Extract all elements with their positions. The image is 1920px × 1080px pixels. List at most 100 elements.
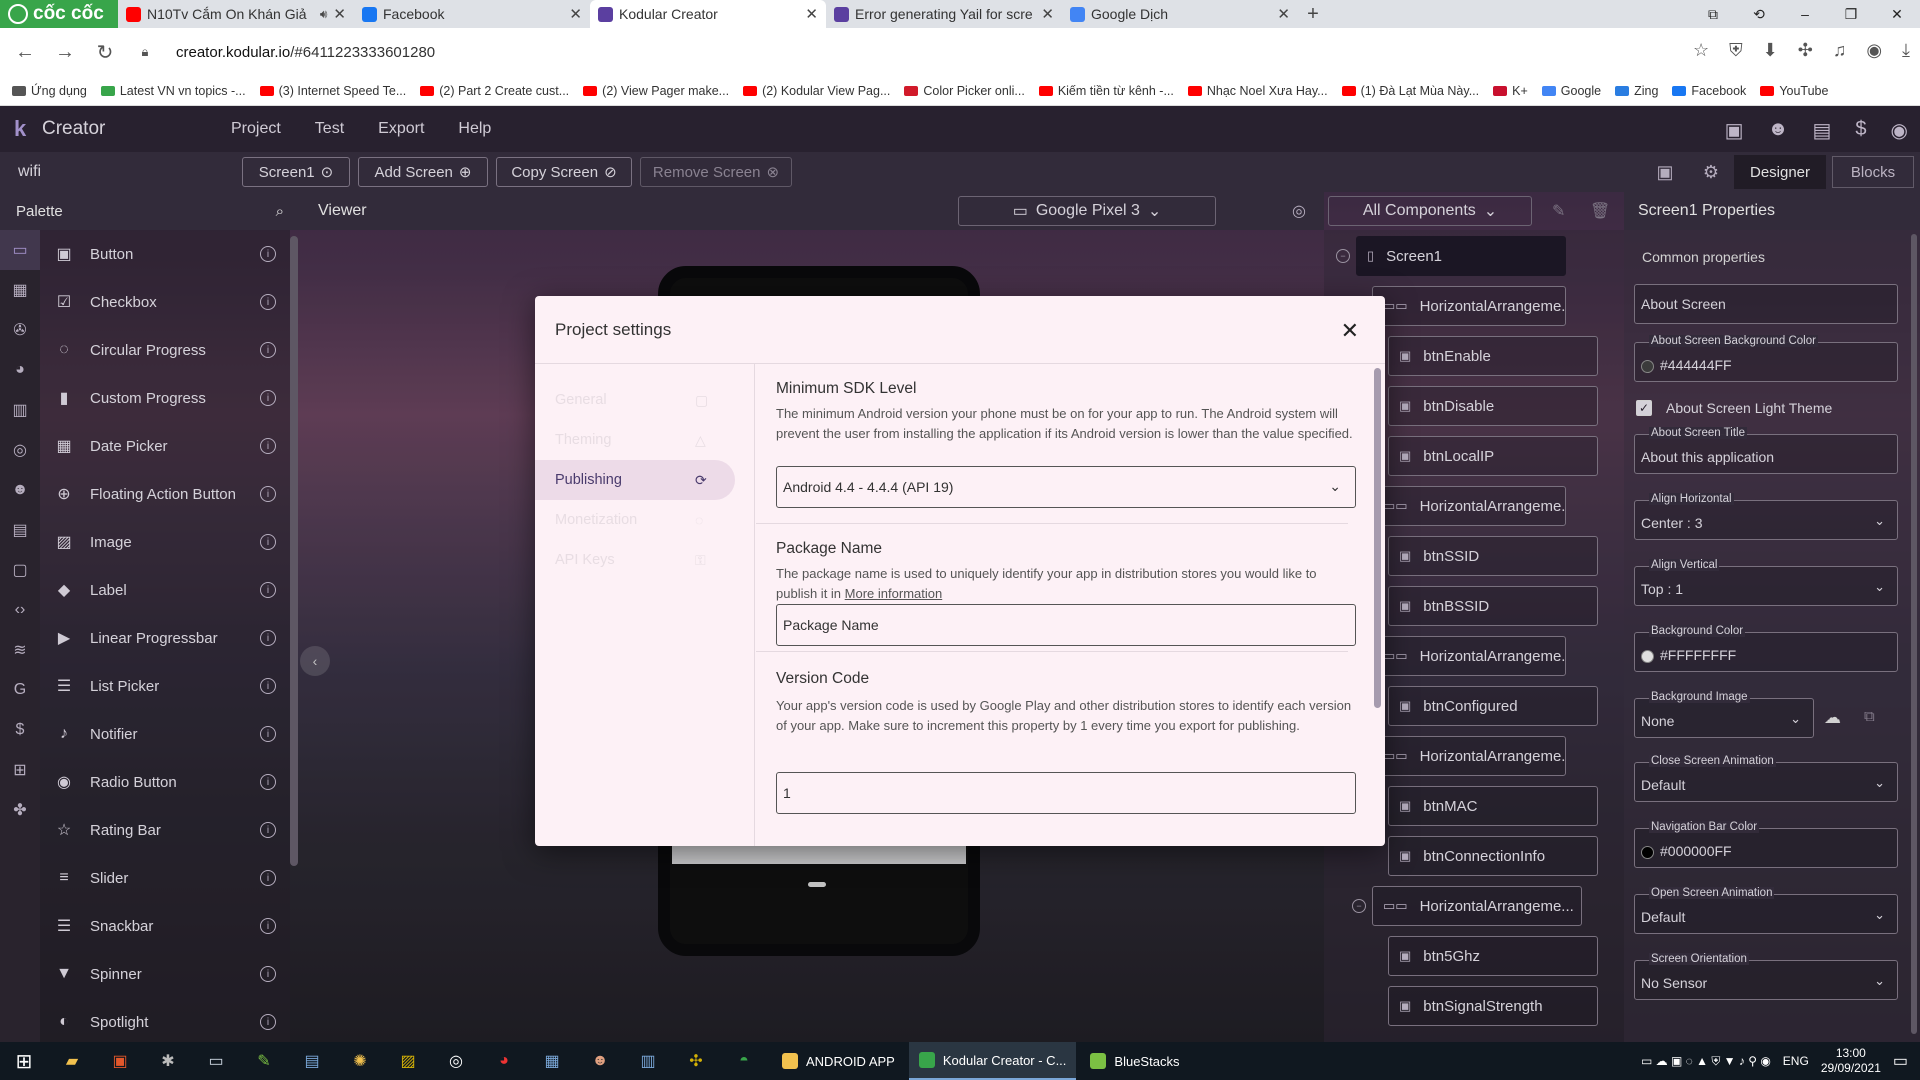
version-code-input[interactable]: 1 [776,772,1356,814]
bookmark-item[interactable]: (1) Đà Lạt Mùa Này... [1341,84,1479,98]
file-explorer-icon[interactable]: ▰ [53,1048,91,1074]
language-indicator[interactable]: ENG [1783,1054,1809,1068]
notifications-icon[interactable]: ▭ [1893,1051,1908,1071]
paint-app-icon[interactable]: ◕ [485,1048,523,1074]
bookmark-item[interactable]: YouTube [1760,84,1828,98]
url-field[interactable]: creator.kodular.io/#6411223333601280 [176,44,435,61]
downloads-icon[interactable]: ⤓ [1902,40,1910,61]
bookmark-item[interactable]: (2) Part 2 Create cust... [420,84,569,98]
bookmark-star-icon[interactable]: ☆ [1693,40,1709,61]
tab-favicon-icon [1070,6,1085,22]
bookmark-item[interactable]: (3) Internet Speed Te... [259,84,406,98]
settings-nav-theming[interactable]: Theming △ [535,420,735,460]
windows-start-icon[interactable]: ⊞ [0,1049,48,1074]
settings-nav-monetization[interactable]: Monetization ◌ [535,500,735,540]
taskbar-app[interactable]: BlueStacks [1080,1042,1189,1080]
back-icon[interactable]: ← [14,41,36,64]
browser-tab[interactable]: Google Dịch ✕ [1062,0,1298,28]
taskbar-app-label: Kodular Creator - C... [942,1052,1067,1068]
close-window-button[interactable]: ✕ [1874,0,1920,28]
browser-tab[interactable]: Error generating Yail for scre ✕ [826,0,1062,28]
more-information-link[interactable]: More information [845,586,943,601]
back-history-icon[interactable]: ⟲ [1736,0,1782,28]
network-app-icon[interactable]: ▥ [629,1048,667,1074]
camera-app-icon[interactable]: ◎ [437,1048,475,1074]
taskbar-app[interactable]: ANDROID APP [772,1042,905,1080]
tab-close-icon[interactable]: ✕ [1041,5,1054,23]
avatar-app-icon[interactable]: ☻ [581,1048,619,1074]
bookmark-item[interactable]: (2) Kodular View Pag... [743,84,890,98]
bookmark-favicon-icon [1672,85,1687,96]
pencil-app-icon[interactable]: ✎ [245,1048,283,1074]
calculator-icon[interactable]: ▦ [533,1048,571,1074]
extensions-icon[interactable]: ✣ [1798,40,1813,61]
taskbar-apps: ANDROID APP Kodular Creator - C... BlueSta… [768,1042,1189,1080]
speaker-icon[interactable]: 🔊︎ [320,7,328,22]
forward-icon[interactable]: → [54,41,76,64]
settings-nav-general[interactable]: General ▢ [535,380,735,420]
tab-close-icon[interactable]: ✕ [1277,5,1290,23]
ruler-app-icon[interactable]: ▨ [389,1048,427,1074]
download-icon[interactable]: ⬇ [1763,40,1778,61]
kodular-app: k Creator Project Test Export Help ▣ ☻ ▤ $ … [0,106,1920,1042]
tray-icons[interactable]: ▭ ☁ ▣ ◌ ▲ ⛨ ▼ ♪ ⚲ ◉ [1641,1054,1771,1069]
maximize-button[interactable]: ❐ [1828,0,1874,28]
settings-nav: General ▢ Theming △ Publishing ⟳ Monetization ◌… [535,364,755,846]
tab-close-icon[interactable]: ✕ [805,5,818,23]
tab-search-icon[interactable]: ⧉ [1690,0,1736,28]
lock-icon[interactable]: 🔒︎ [134,44,156,60]
min-sdk-select[interactable]: Android 4.4 - 4.4.4 (API 19) ⌄ [776,466,1356,508]
settings-nav-publishing[interactable]: Publishing ⟳ [535,460,735,500]
reload-icon[interactable]: ↻ [94,40,116,65]
tab-strip: N10Tv Cắm On Khán Giả 🔊︎ ✕ Facebook ✕ Kodular… [118,0,1298,28]
bookmark-item[interactable]: Google [1541,84,1601,98]
bookmark-item[interactable]: Kiếm tiền từ kênh -... [1038,83,1174,98]
bookmark-item[interactable]: Nhạc Noel Xưa Hay... [1187,84,1328,98]
bookmark-favicon-icon [259,85,274,96]
media-icon[interactable]: ♫ [1833,40,1847,61]
windows-taskbar: ⊞ ▰ ▣ ✱ ▭ ✎ ▤ ✺ ▨ ◎ ◕ ▦ ☻ ▥ ✣ ◓ ANDROID … [0,1042,1920,1080]
dialog-scrollbar[interactable] [1374,368,1381,708]
browser-tab[interactable]: N10Tv Cắm On Khán Giả 🔊︎ ✕ [118,0,354,28]
bookmark-item[interactable]: Color Picker onli... [904,84,1025,98]
settings-nav-api-keys[interactable]: API Keys ⚿ [535,540,735,580]
bookmark-label: K+ [1512,83,1528,98]
browser-tab[interactable]: Kodular Creator ✕ [590,0,826,28]
settings-nav-icon: ▢ [695,391,709,408]
profile-icon[interactable]: ◉ [1866,40,1882,61]
android-app-icon[interactable]: ◓ [725,1048,763,1074]
bookmark-item[interactable]: K+ [1493,84,1528,98]
address-bar: ← → ↻ 🔒︎ creator.kodular.io/#64112233336… [0,28,1920,76]
project-settings-dialog: Project settings ✕ General ▢ Theming △ Publi… [535,296,1385,846]
sun-app-icon[interactable]: ✺ [341,1048,379,1074]
bookmark-item[interactable]: Facebook [1672,84,1746,98]
taskbar-app[interactable]: Kodular Creator - C... [908,1042,1077,1080]
settings-nav-icon: ◌ [695,512,704,528]
tab-favicon-icon [362,6,377,22]
bookmark-item[interactable]: Ứng dụng [12,84,87,98]
coccoc-logo[interactable]: cốc cốc [0,0,118,28]
tab-close-icon[interactable]: ✕ [569,5,582,23]
bookmark-label: Kiếm tiền từ kênh -... [1057,83,1174,98]
settings-nav-label: General [555,392,607,408]
bookmark-label: Latest VN vn topics -... [119,83,246,98]
bookmarks-bar: Ứng dụng Latest VN vn topics -... (3) Inte… [0,76,1920,106]
package-name-input[interactable]: Package Name [776,604,1356,646]
bookmark-item[interactable]: Zing [1615,84,1658,98]
tab-close-icon[interactable]: ✕ [333,5,346,23]
tab-title: Google Dịch [1091,6,1169,22]
minimize-button[interactable]: – [1782,0,1828,28]
computer-icon[interactable]: ▭ [197,1048,235,1074]
bookmark-item[interactable]: (2) View Pager make... [583,84,729,98]
clock[interactable]: 13:00 29/09/2021 [1821,1046,1881,1076]
settings-nav-label: Monetization [555,512,638,528]
office-icon[interactable]: ▣ [101,1048,139,1074]
shield-icon[interactable]: ⛨ [1729,40,1743,61]
browser-tab[interactable]: Facebook ✕ [354,0,590,28]
monitor-icon[interactable]: ▤ [293,1048,331,1074]
close-icon[interactable]: ✕ [1341,318,1359,344]
tool-icon[interactable]: ✱ [149,1048,187,1074]
bookmark-item[interactable]: Latest VN vn topics -... [100,83,246,98]
new-tab-button[interactable]: + [1298,0,1328,28]
satellite-app-icon[interactable]: ✣ [677,1048,715,1074]
